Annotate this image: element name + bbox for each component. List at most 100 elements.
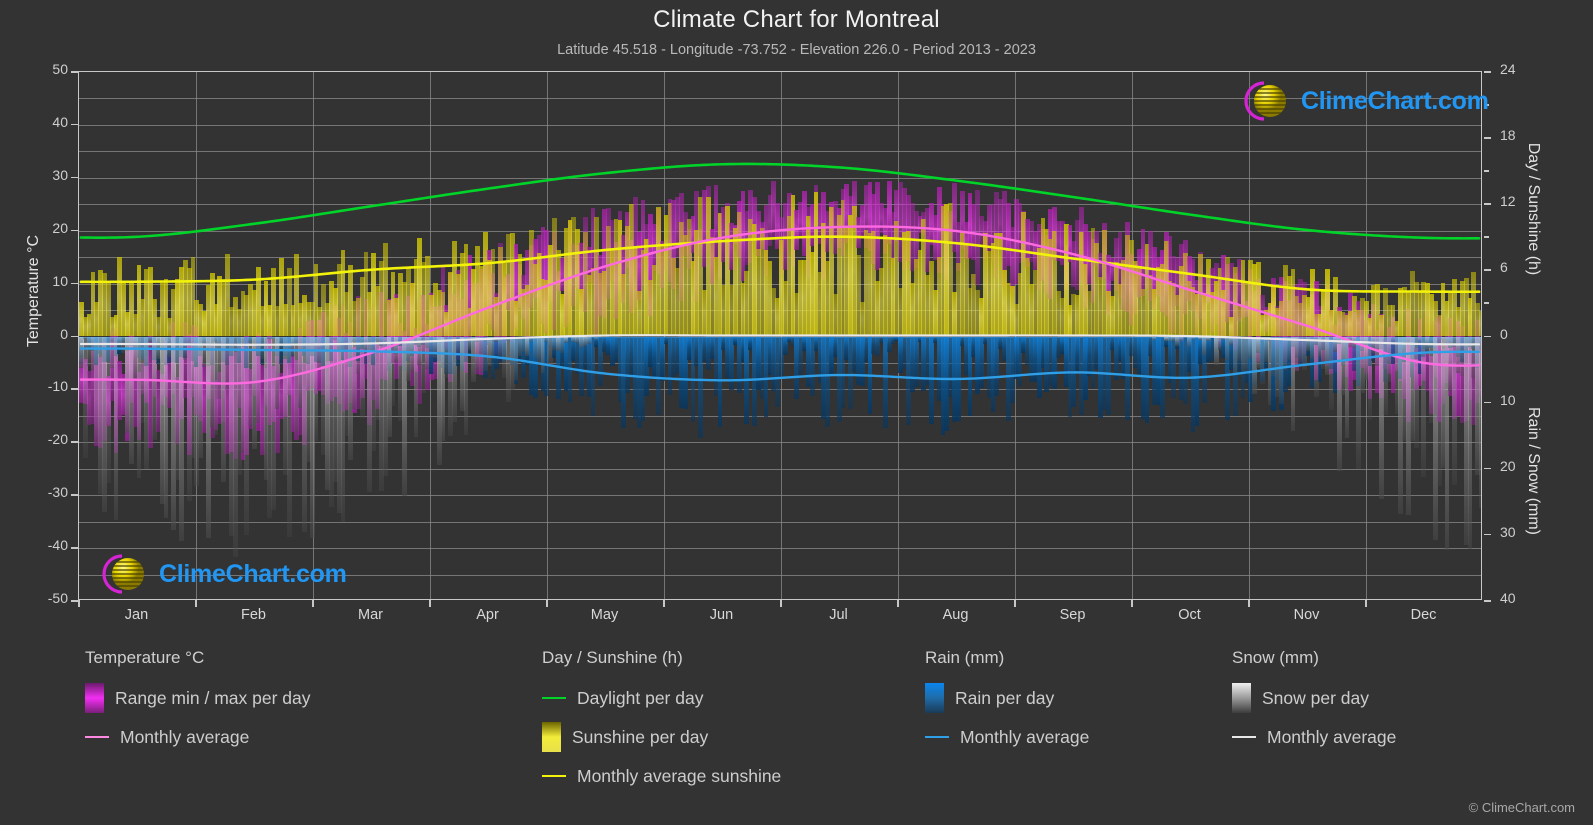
legend-item-label: Daylight per day: [577, 687, 704, 708]
legend-item[interactable]: Monthly average: [85, 721, 311, 753]
legend-item[interactable]: Range min / max per day: [85, 682, 311, 714]
y-tick-mark-right: [1484, 335, 1491, 337]
legend-column-sunshine: Day / Sunshine (h) Daylight per day Sunshi…: [542, 648, 781, 799]
y-tick-mark-right-minor: [1484, 170, 1489, 172]
legend-item[interactable]: Monthly average sunshine: [542, 760, 781, 792]
page-title: Climate Chart for Montreal: [653, 6, 940, 33]
chart-subtitle: Latitude 45.518 - Longitude -73.752 - El…: [557, 42, 1036, 58]
y-tick-label-right: 0: [1500, 325, 1508, 342]
legend-swatch-line: [542, 774, 566, 778]
legend-item[interactable]: Rain per day: [925, 682, 1089, 714]
legend-item[interactable]: Monthly average: [925, 721, 1089, 753]
y-tick-mark-right: [1484, 600, 1491, 602]
legend-swatch-line: [1232, 735, 1256, 739]
x-axis-month-label: Aug: [942, 607, 969, 623]
y-tick-label-left: -10: [47, 378, 68, 395]
legend-column-title: Day / Sunshine (h): [542, 648, 683, 667]
y-tick-label-left: 40: [52, 113, 68, 130]
legend-item-label: Range min / max per day: [115, 687, 311, 708]
y-tick-mark-right-minor: [1484, 104, 1489, 106]
x-tick-mark: [546, 600, 548, 607]
plot-inner: [79, 72, 1481, 599]
legend-item-label: Rain per day: [955, 687, 1055, 708]
legend-swatch-line: [85, 735, 109, 739]
y-tick-label-left: 10: [52, 272, 68, 289]
y-tick-mark-left: [71, 547, 78, 549]
x-axis-month-label: Mar: [358, 607, 383, 623]
legend-swatch-box: [1232, 683, 1251, 713]
legend-item-label: Monthly average: [1267, 726, 1397, 747]
y-tick-mark-left: [71, 388, 78, 390]
legend-item-label: Monthly average: [960, 726, 1090, 747]
y-tick-mark-right: [1484, 467, 1491, 470]
x-tick-mark: [1365, 600, 1367, 607]
legend-column-title: Rain (mm): [925, 648, 1005, 667]
legend-item[interactable]: Monthly average: [1232, 721, 1396, 753]
legend-swatch-line: [542, 696, 566, 700]
plot-area[interactable]: [78, 71, 1482, 600]
temperature-average-curve: [79, 225, 1481, 385]
x-axis-month-label: Feb: [241, 607, 266, 623]
x-tick-mark: [429, 600, 431, 607]
y-tick-mark-left: [71, 229, 78, 232]
x-tick-mark: [78, 600, 80, 607]
y-tick-mark-left: [71, 494, 78, 496]
x-axis-month-label: Jul: [829, 607, 848, 623]
y-tick-mark-right: [1484, 71, 1491, 73]
legend-item[interactable]: Sunshine per day: [542, 721, 781, 753]
x-axis-month-label: Sep: [1059, 607, 1086, 623]
y-tick-label-right: 6: [1500, 259, 1508, 276]
x-tick-mark: [1131, 600, 1133, 607]
y-tick-mark-right: [1484, 269, 1491, 271]
series-curves: [79, 162, 1481, 385]
y-tick-label-right: 10: [1500, 391, 1516, 408]
y-tick-label-left: -30: [47, 484, 68, 501]
y-tick-label-left: 50: [52, 61, 68, 77]
y-tick-label-right: 12: [1500, 193, 1516, 210]
x-axis-month-label: May: [590, 607, 619, 623]
legend-swatch-line: [925, 735, 949, 739]
x-tick-mark: [663, 600, 665, 607]
legend-item-label: Monthly average: [120, 726, 250, 747]
y-tick-mark-right: [1484, 203, 1491, 205]
y-tick-mark-left: [71, 335, 78, 337]
legend-column-snow: Snow (mm) Snow per day Monthly average: [1232, 648, 1396, 760]
footer-copyright: © ClimeChart.com: [1468, 800, 1575, 815]
legend-swatch-box: [925, 683, 944, 713]
snow-average-curve: [79, 334, 1481, 346]
y-tick-label-right: 18: [1500, 127, 1516, 144]
y-tick-mark-right-minor: [1484, 302, 1489, 304]
legend: Temperature °C Range min / max per day Mon…: [0, 648, 1593, 798]
y-tick-label-right: 20: [1500, 457, 1516, 474]
y-tick-mark-left: [71, 123, 78, 126]
x-tick-mark: [780, 600, 782, 607]
y-tick-label-left: 0: [60, 325, 68, 342]
y-tick-mark-left: [71, 71, 78, 73]
y-tick-label-left: 30: [52, 166, 68, 183]
x-axis-month-label: Jan: [124, 607, 149, 623]
sunshine-average-curve: [79, 235, 1481, 294]
y-tick-label-right: 30: [1500, 523, 1516, 540]
y-tick-label-left: -20: [47, 431, 68, 448]
y-tick-mark-right: [1484, 401, 1491, 404]
legend-item-label: Snow per day: [1262, 687, 1370, 708]
y-tick-mark-left: [71, 441, 78, 443]
legend-item[interactable]: Daylight per day: [542, 682, 781, 714]
x-tick-mark: [897, 600, 899, 607]
x-tick-mark: [312, 600, 314, 607]
y-tick-label-left: -40: [47, 537, 68, 554]
x-tick-mark: [195, 600, 197, 607]
legend-column-temperature: Temperature °C Range min / max per day Mon…: [85, 648, 311, 760]
y-tick-mark-right: [1484, 137, 1491, 139]
y-tick-mark-right-minor: [1484, 236, 1489, 238]
legend-item-label: Sunshine per day: [572, 726, 709, 747]
legend-item[interactable]: Snow per day: [1232, 682, 1396, 714]
climate-chart-page: Climate Chart for Montreal Latitude 45.5…: [0, 0, 1593, 825]
x-axis-month-label: Apr: [476, 607, 499, 623]
y-tick-label-right: 24: [1500, 61, 1516, 77]
x-axis-month-label: Dec: [1410, 607, 1437, 623]
legend-item-label: Monthly average sunshine: [577, 765, 782, 786]
y-tick-mark-left: [71, 176, 78, 179]
y-tick-mark-left: [71, 600, 78, 602]
y-tick-mark-right: [1484, 533, 1491, 536]
